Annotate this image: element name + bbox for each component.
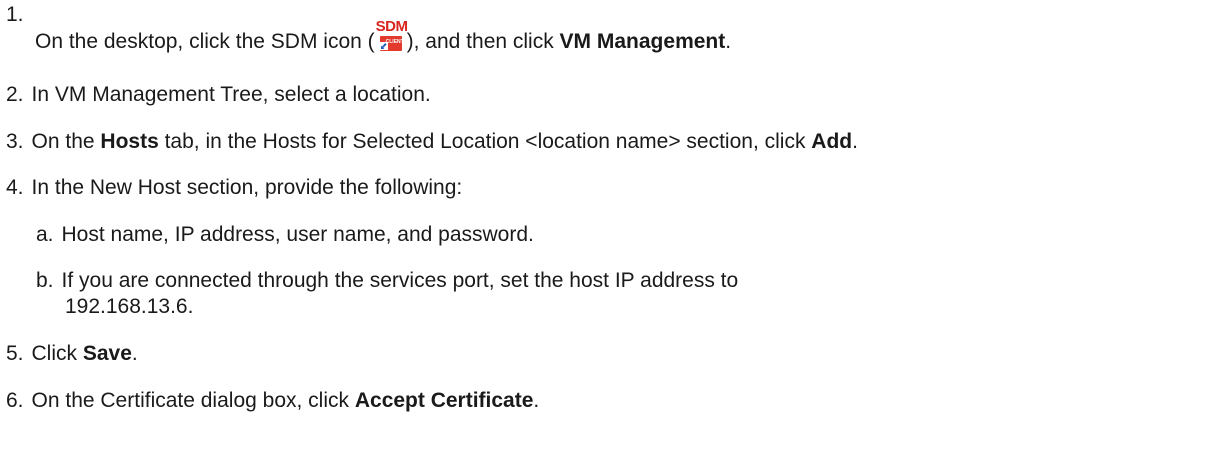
substep-text-line-2: 192.168.13.6. xyxy=(65,295,194,318)
add-label: Add xyxy=(811,130,853,153)
substep-b-line-2: 192.168.13.6. xyxy=(65,294,193,320)
substep-text: Host name, IP address, user name, and pa… xyxy=(61,223,534,246)
step-4: 4. In the New Host section, provide the f… xyxy=(6,175,462,201)
hosts-tab-label: Hosts xyxy=(100,130,159,153)
shortcut-arrow-icon xyxy=(379,42,388,50)
accept-certificate-label: Accept Certificate xyxy=(354,389,534,412)
substep-text-line-1: If you are connected through the service… xyxy=(61,269,739,292)
substep-letter: a. xyxy=(36,223,54,246)
step-number: 6. xyxy=(6,389,24,412)
step-text: In the New Host section, provide the fol… xyxy=(31,176,463,199)
step-number: 2. xyxy=(6,83,24,106)
step-1-text: On the desktop, click the SDM icon ( SDM… xyxy=(35,18,732,54)
substep-letter: b. xyxy=(36,269,54,292)
save-label: Save xyxy=(82,342,132,365)
vm-management-label: VM Management xyxy=(559,30,726,53)
sdm-client-icon[interactable]: SDM CLIENT xyxy=(376,19,408,51)
step-number: 4. xyxy=(6,176,24,199)
step-number: 3. xyxy=(6,130,24,153)
step-6: 6. On the Certificate dialog box, click A… xyxy=(6,389,540,412)
step-number: 1. xyxy=(6,3,24,26)
step-2: 2. In VM Management Tree, select a locati… xyxy=(6,82,431,108)
step-3: 3. On the Hosts tab, in the Hosts for Sel… xyxy=(6,130,858,153)
step-text: In VM Management Tree, select a location… xyxy=(31,83,431,106)
step-5: 5. Click Save. xyxy=(6,342,138,365)
substep-a: a. Host name, IP address, user name, and … xyxy=(36,222,534,248)
step-number: 5. xyxy=(6,342,24,365)
substep-b: b. If you are connected through the servi… xyxy=(36,268,738,294)
